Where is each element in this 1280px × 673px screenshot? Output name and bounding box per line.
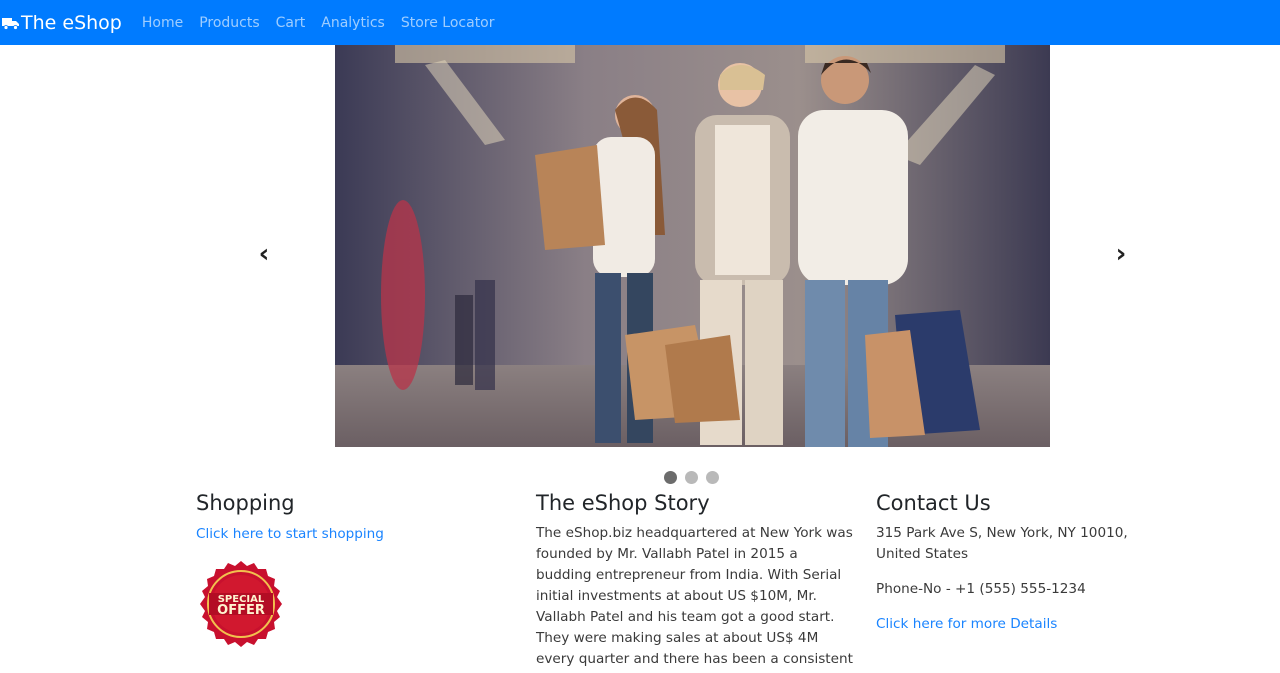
story-text: The eShop.biz headquartered at New York …: [536, 525, 853, 673]
nav-products[interactable]: Products: [199, 15, 259, 31]
nav-store-locator[interactable]: Store Locator: [401, 15, 495, 31]
badge-line2: OFFER: [217, 603, 265, 618]
carousel-indicator-2[interactable]: [685, 471, 698, 484]
contact-phone: Phone-No - +1 (555) 555-1234: [876, 581, 1086, 597]
shopping-section: Shopping Click here to start shopping SP…: [196, 489, 506, 649]
contact-section: Contact Us 315 Park Ave S, New York, NY …: [876, 489, 1166, 635]
truck-icon: [2, 17, 19, 30]
carousel-prev-button[interactable]: ‹: [254, 241, 274, 267]
nav-home[interactable]: Home: [142, 15, 183, 31]
hero-carousel: ‹ ›: [0, 45, 1280, 490]
story-title: The eShop Story: [536, 491, 710, 515]
more-details-link[interactable]: Click here for more Details: [876, 614, 1057, 635]
special-offer-badge[interactable]: SPECIAL OFFER: [196, 559, 286, 649]
special-offer-icon: SPECIAL OFFER: [200, 561, 282, 647]
contact-address: 315 Park Ave S, New York, NY 10010, Unit…: [876, 525, 1128, 562]
shopping-title: Shopping: [196, 491, 295, 515]
top-navbar: The eShop Home Products Cart Analytics S…: [0, 0, 1280, 45]
contact-title: Contact Us: [876, 491, 991, 515]
carousel-indicator-3[interactable]: [706, 471, 719, 484]
brand-name: The eShop: [21, 11, 122, 34]
carousel-next-button[interactable]: ›: [1111, 241, 1131, 267]
carousel-indicators: [664, 471, 727, 484]
carousel-slide-image: [335, 45, 1050, 447]
shoppers-photo: [335, 45, 1050, 447]
brand-link[interactable]: The eShop: [0, 12, 122, 34]
carousel-indicator-1[interactable]: [664, 471, 677, 484]
story-section: The eShop Story The eShop.biz headquarte…: [536, 489, 854, 673]
nav-cart[interactable]: Cart: [276, 15, 306, 31]
start-shopping-link[interactable]: Click here to start shopping: [196, 524, 384, 545]
nav-analytics[interactable]: Analytics: [321, 15, 385, 31]
